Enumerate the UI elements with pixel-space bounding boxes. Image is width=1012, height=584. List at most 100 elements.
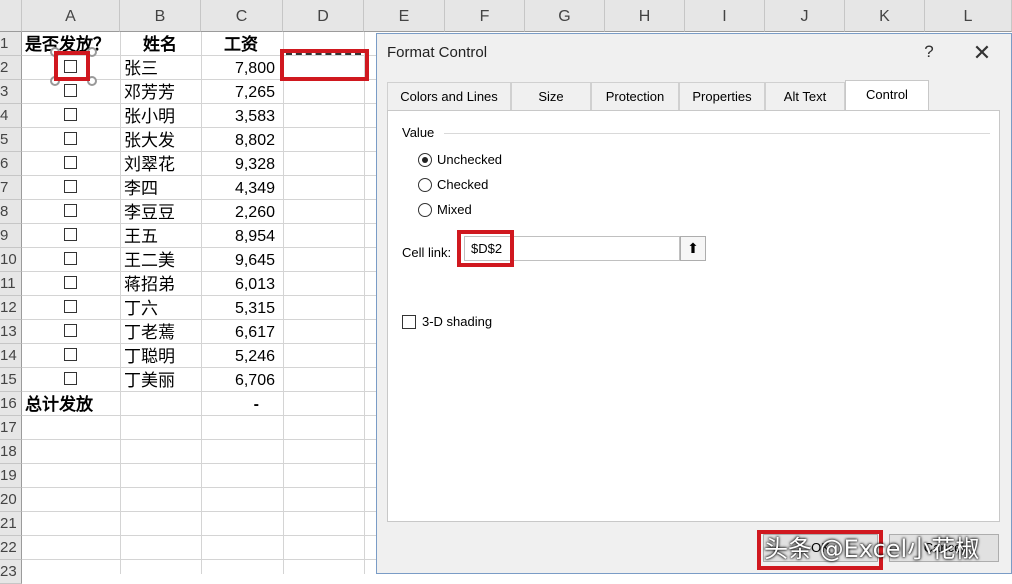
row-header-5[interactable]: 5 — [0, 128, 22, 152]
row-header-4[interactable]: 4 — [0, 104, 22, 128]
column-header-d[interactable]: D — [283, 0, 364, 32]
row-header-2[interactable]: 2 — [0, 56, 22, 80]
issued-checkbox[interactable] — [64, 180, 77, 193]
tab-control[interactable]: Control — [845, 80, 929, 111]
column-header-h[interactable]: H — [605, 0, 685, 32]
row-header-15[interactable]: 15 — [0, 368, 22, 392]
row-header-9[interactable]: 9 — [0, 224, 22, 248]
row-header-19[interactable]: 19 — [0, 464, 22, 488]
employee-salary[interactable]: 7,800 — [201, 56, 275, 80]
total-value[interactable]: - — [201, 392, 259, 416]
row-header-8[interactable]: 8 — [0, 200, 22, 224]
total-label[interactable]: 总计发放 — [25, 392, 93, 416]
issued-checkbox[interactable] — [64, 276, 77, 289]
row-header-13[interactable]: 13 — [0, 320, 22, 344]
column-header-a[interactable]: A — [22, 0, 120, 32]
employee-salary[interactable]: 9,328 — [201, 152, 275, 176]
column-header-i[interactable]: I — [685, 0, 765, 32]
employee-salary[interactable]: 2,260 — [201, 200, 275, 224]
column-header-b[interactable]: B — [120, 0, 201, 32]
close-icon[interactable]: ✕ — [971, 40, 993, 66]
employee-name[interactable]: 张大发 — [124, 128, 175, 152]
row-header-17[interactable]: 17 — [0, 416, 22, 440]
radio-checked-label[interactable]: Checked — [437, 177, 488, 192]
issued-checkbox[interactable] — [64, 108, 77, 121]
employee-name[interactable]: 王二美 — [124, 248, 175, 272]
radio-checked[interactable] — [418, 178, 432, 192]
employee-salary[interactable]: 6,617 — [201, 320, 275, 344]
tab-protection[interactable]: Protection — [591, 82, 679, 110]
row-header-21[interactable]: 21 — [0, 512, 22, 536]
employee-name[interactable]: 丁美丽 — [124, 368, 175, 392]
control-panel: Value Unchecked Checked Mixed Cell link:… — [387, 110, 1000, 522]
employee-name[interactable]: 张三 — [124, 56, 158, 80]
tab-size[interactable]: Size — [511, 82, 591, 110]
employee-name[interactable]: 丁聪明 — [124, 344, 175, 368]
column-header-c[interactable]: C — [201, 0, 283, 32]
tab-alt-text[interactable]: Alt Text — [765, 82, 845, 110]
employee-name[interactable]: 李豆豆 — [124, 200, 175, 224]
employee-name[interactable]: 丁六 — [124, 296, 158, 320]
row-header-10[interactable]: 10 — [0, 248, 22, 272]
row-header-7[interactable]: 7 — [0, 176, 22, 200]
column-header-e[interactable]: E — [364, 0, 445, 32]
row-header-23[interactable]: 23 — [0, 560, 22, 584]
employee-salary[interactable]: 5,315 — [201, 296, 275, 320]
issued-checkbox[interactable] — [64, 156, 77, 169]
row-header-16[interactable]: 16 — [0, 392, 22, 416]
issued-checkbox[interactable] — [64, 132, 77, 145]
employee-salary[interactable]: 7,265 — [201, 80, 275, 104]
help-icon[interactable]: ? — [919, 42, 939, 62]
column-header-f[interactable]: F — [445, 0, 525, 32]
column-header-k[interactable]: K — [845, 0, 925, 32]
row-header-18[interactable]: 18 — [0, 440, 22, 464]
radio-unchecked-label[interactable]: Unchecked — [437, 152, 502, 167]
row-header-1[interactable]: 1 — [0, 32, 22, 56]
employee-salary[interactable]: 8,954 — [201, 224, 275, 248]
issued-checkbox[interactable] — [64, 324, 77, 337]
issued-checkbox[interactable] — [64, 348, 77, 361]
radio-mixed-label[interactable]: Mixed — [437, 202, 472, 217]
row-header-12[interactable]: 12 — [0, 296, 22, 320]
row-header-14[interactable]: 14 — [0, 344, 22, 368]
employee-salary[interactable]: 3,583 — [201, 104, 275, 128]
employee-name[interactable]: 丁老蔫 — [124, 320, 175, 344]
collapse-dialog-icon[interactable]: ⬆ — [680, 236, 706, 261]
issued-checkbox[interactable] — [64, 372, 77, 385]
employee-salary[interactable]: 6,706 — [201, 368, 275, 392]
employee-name[interactable]: 刘翠花 — [124, 152, 175, 176]
row-header-22[interactable]: 22 — [0, 536, 22, 560]
employee-name[interactable]: 李四 — [124, 176, 158, 200]
header-name[interactable]: 姓名 — [143, 32, 177, 56]
employee-name[interactable]: 蒋招弟 — [124, 272, 175, 296]
issued-checkbox[interactable] — [64, 252, 77, 265]
employee-salary[interactable]: 5,246 — [201, 344, 275, 368]
employee-salary[interactable]: 9,645 — [201, 248, 275, 272]
issued-checkbox[interactable] — [64, 228, 77, 241]
row-header-3[interactable]: 3 — [0, 80, 22, 104]
column-header-g[interactable]: G — [525, 0, 605, 32]
row-header-11[interactable]: 11 — [0, 272, 22, 296]
employee-name[interactable]: 王五 — [124, 224, 158, 248]
issued-checkbox[interactable] — [64, 204, 77, 217]
employee-name[interactable]: 张小明 — [124, 104, 175, 128]
shading-checkbox[interactable] — [402, 315, 416, 329]
radio-unchecked[interactable] — [418, 153, 432, 167]
tab-properties[interactable]: Properties — [679, 82, 765, 110]
row-header-20[interactable]: 20 — [0, 488, 22, 512]
issued-checkbox[interactable] — [64, 300, 77, 313]
format-control-dialog: Format Control ? ✕ Colors and Lines Size… — [376, 33, 1012, 574]
employee-salary[interactable]: 6,013 — [201, 272, 275, 296]
employee-salary[interactable]: 4,349 — [201, 176, 275, 200]
row-header-6[interactable]: 6 — [0, 152, 22, 176]
employee-salary[interactable]: 8,802 — [201, 128, 275, 152]
header-salary[interactable]: 工资 — [224, 32, 258, 56]
select-all-corner[interactable] — [0, 0, 22, 32]
employee-name[interactable]: 邓芳芳 — [124, 80, 175, 104]
column-header-j[interactable]: J — [765, 0, 845, 32]
tab-colors-and-lines[interactable]: Colors and Lines — [387, 82, 511, 110]
radio-mixed[interactable] — [418, 203, 432, 217]
column-header-l[interactable]: L — [925, 0, 1012, 32]
issued-checkbox[interactable] — [64, 84, 77, 97]
shading-label[interactable]: 3-D shading — [422, 314, 492, 329]
